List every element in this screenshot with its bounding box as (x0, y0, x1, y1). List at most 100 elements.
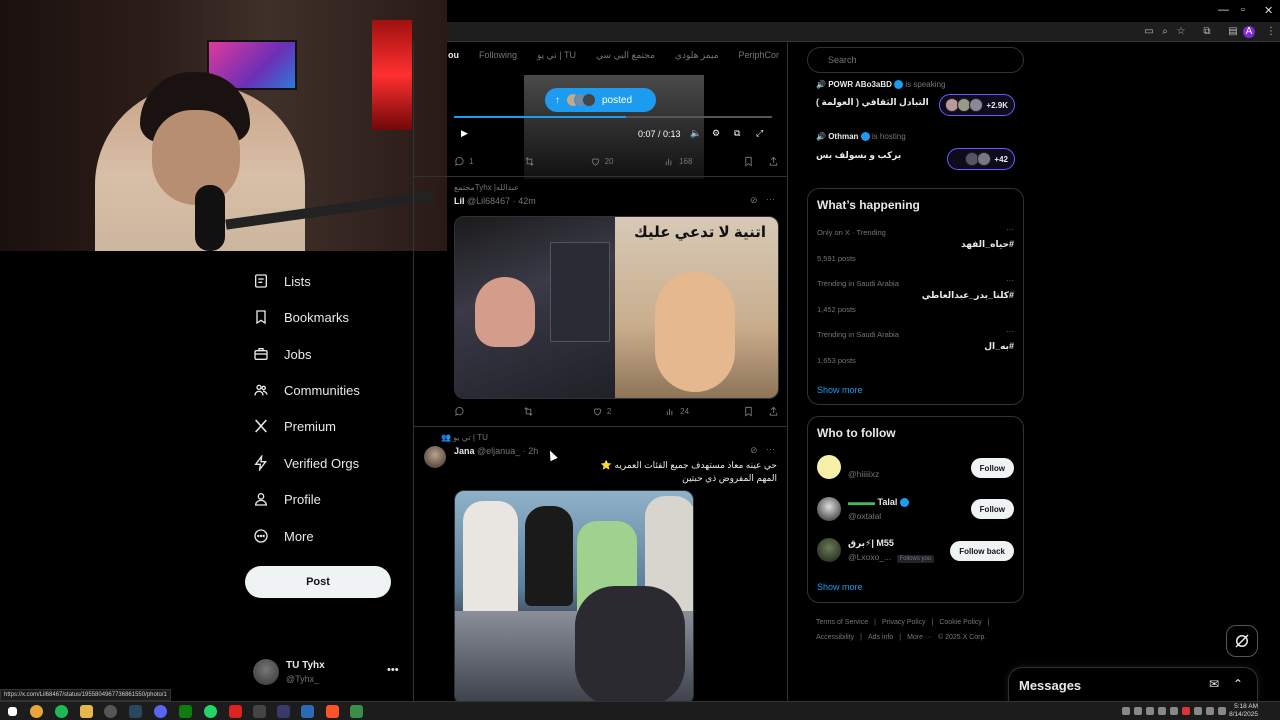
tab-pc-community[interactable]: مجتمع البي سي (596, 50, 655, 72)
close-button[interactable]: ✕ (1264, 4, 1273, 17)
media-image[interactable]: اتنية لا تدعي عليك (615, 217, 778, 398)
bookmark-icon[interactable] (743, 156, 754, 167)
whatsapp-icon[interactable] (204, 705, 217, 718)
sidebar-item-more[interactable]: More (252, 521, 314, 551)
footer-link[interactable]: More ··· (907, 634, 932, 641)
show-more-link[interactable]: Show more (817, 385, 863, 395)
footer-link[interactable]: Terms of Service (816, 619, 868, 626)
profile-icon[interactable]: A (1243, 26, 1255, 38)
brave-icon[interactable] (326, 705, 339, 718)
footer-link[interactable]: Cookie Policy (939, 619, 981, 626)
play-icon[interactable]: ▶ (461, 128, 468, 139)
windows-start-icon[interactable] (8, 707, 17, 716)
discord-icon[interactable] (154, 705, 167, 718)
views-button[interactable]: 24 (665, 406, 689, 417)
like-button[interactable]: 2 (592, 406, 611, 417)
maximize-button[interactable]: ▫ (1241, 4, 1245, 16)
tab-following[interactable]: Following (479, 50, 517, 72)
tab-for-you[interactable]: ou (448, 50, 459, 72)
post-media[interactable]: اتنية لا تدعي عليك (454, 216, 779, 399)
minimize-button[interactable]: — (1218, 4, 1229, 16)
app-icon[interactable] (229, 705, 242, 718)
cast-icon[interactable]: ▭ (1143, 26, 1155, 38)
user-avatar[interactable] (817, 455, 841, 479)
space-title[interactable]: التبادل الثقافي ( العولمة ) (816, 97, 929, 108)
messages-drawer[interactable]: Messages ✉ ⌃ (1008, 667, 1258, 704)
like-button[interactable]: 20 (590, 156, 613, 167)
sidebar-item-profile[interactable]: Profile (252, 484, 321, 514)
repost-button[interactable] (524, 156, 539, 167)
trend-more-button[interactable]: ··· (1006, 225, 1014, 234)
show-more-link[interactable]: Show more (817, 582, 863, 592)
user-avatar[interactable] (817, 497, 841, 521)
follow-button[interactable]: Follow (970, 499, 1014, 519)
sidebar-icon[interactable]: ▤ (1227, 26, 1239, 38)
app-icon[interactable] (301, 705, 314, 718)
volume-icon[interactable]: 🔈 (690, 128, 701, 139)
grok-icon[interactable]: ⊘ (750, 195, 758, 206)
search-input[interactable] (807, 47, 1024, 73)
sidebar-item-communities[interactable]: Communities (252, 375, 360, 405)
new-message-icon[interactable]: ✉ (1209, 677, 1219, 691)
trend-more-button[interactable]: ··· (1006, 276, 1014, 285)
account-more-button[interactable]: ••• (387, 664, 399, 676)
tray-icon[interactable] (1182, 707, 1190, 715)
chevron-up-icon[interactable]: ⌃ (1233, 677, 1243, 691)
views-button[interactable]: 168 (664, 156, 692, 167)
tab-tu-community[interactable]: تي يو | TU (537, 50, 576, 72)
account-avatar[interactable] (253, 659, 279, 685)
extensions-icon[interactable]: ⧉ (1201, 26, 1213, 38)
sidebar-item-jobs[interactable]: Jobs (252, 339, 311, 369)
media-image[interactable] (455, 217, 616, 398)
bookmark-icon[interactable] (743, 406, 754, 417)
folder-icon[interactable] (80, 705, 93, 718)
join-space-pill[interactable]: +42 (947, 148, 1015, 170)
reply-button[interactable] (454, 406, 469, 417)
tray-icon[interactable] (1170, 707, 1178, 715)
video-progress-bar[interactable] (454, 116, 772, 118)
tray-icon[interactable] (1146, 707, 1154, 715)
chrome-icon[interactable] (30, 705, 43, 718)
space-title[interactable]: بركب و بسولف بس (816, 150, 901, 161)
sidebar-item-lists[interactable]: Lists (252, 266, 311, 296)
menu-icon[interactable]: ⋮ (1265, 26, 1277, 38)
share-icon[interactable] (768, 156, 779, 167)
post-media[interactable] (454, 490, 694, 705)
grok-button[interactable] (1226, 625, 1258, 657)
tab-memes[interactable]: ميمز هلودي (675, 50, 719, 72)
post-button[interactable]: Post (245, 566, 391, 598)
reply-button[interactable]: 1 (454, 156, 473, 167)
steam-icon[interactable] (129, 705, 142, 718)
post-author[interactable]: Jana @eljanua_ · 2h (454, 446, 538, 456)
volume-icon[interactable] (1206, 707, 1214, 715)
network-icon[interactable] (1194, 707, 1202, 715)
author-avatar[interactable] (424, 446, 446, 468)
repost-button[interactable] (523, 406, 538, 417)
join-space-pill[interactable]: +2.9K (939, 94, 1015, 116)
sidebar-item-premium[interactable]: Premium (252, 411, 336, 441)
sidebar-item-verified-orgs[interactable]: Verified Orgs (252, 448, 359, 478)
zoom-icon[interactable]: ⌕ (1159, 26, 1171, 38)
tray-icon[interactable] (1158, 707, 1166, 715)
follow-back-button[interactable]: Follow back (950, 541, 1014, 561)
system-clock[interactable]: 5:18 AM 8/14/2025 (1229, 703, 1258, 719)
share-icon[interactable] (768, 406, 779, 417)
footer-link[interactable]: Ads info (868, 634, 893, 641)
new-posts-pill[interactable]: ↑ posted (545, 88, 656, 112)
sidebar-item-bookmarks[interactable]: Bookmarks (252, 302, 349, 332)
footer-link[interactable]: Privacy Policy (882, 619, 926, 626)
user-avatar[interactable] (817, 538, 841, 562)
pip-icon[interactable]: ⧉ (734, 128, 740, 139)
follow-button[interactable]: Follow (970, 458, 1014, 478)
tray-icon[interactable] (1134, 707, 1142, 715)
fullscreen-icon[interactable]: ⤢ (756, 128, 763, 139)
xbox-icon[interactable] (179, 705, 192, 718)
post-author[interactable]: Lil @Lil68467 · 42m (454, 196, 536, 206)
settings-icon[interactable]: ⚙ (712, 128, 720, 139)
tab-periph[interactable]: PeriphCor (739, 50, 780, 72)
grok-icon[interactable]: ⊘ (750, 445, 758, 456)
post-more-button[interactable]: ··· (766, 444, 775, 454)
star-icon[interactable]: ☆ (1175, 26, 1187, 38)
app-icon[interactable] (277, 705, 290, 718)
app-icon[interactable] (350, 705, 363, 718)
